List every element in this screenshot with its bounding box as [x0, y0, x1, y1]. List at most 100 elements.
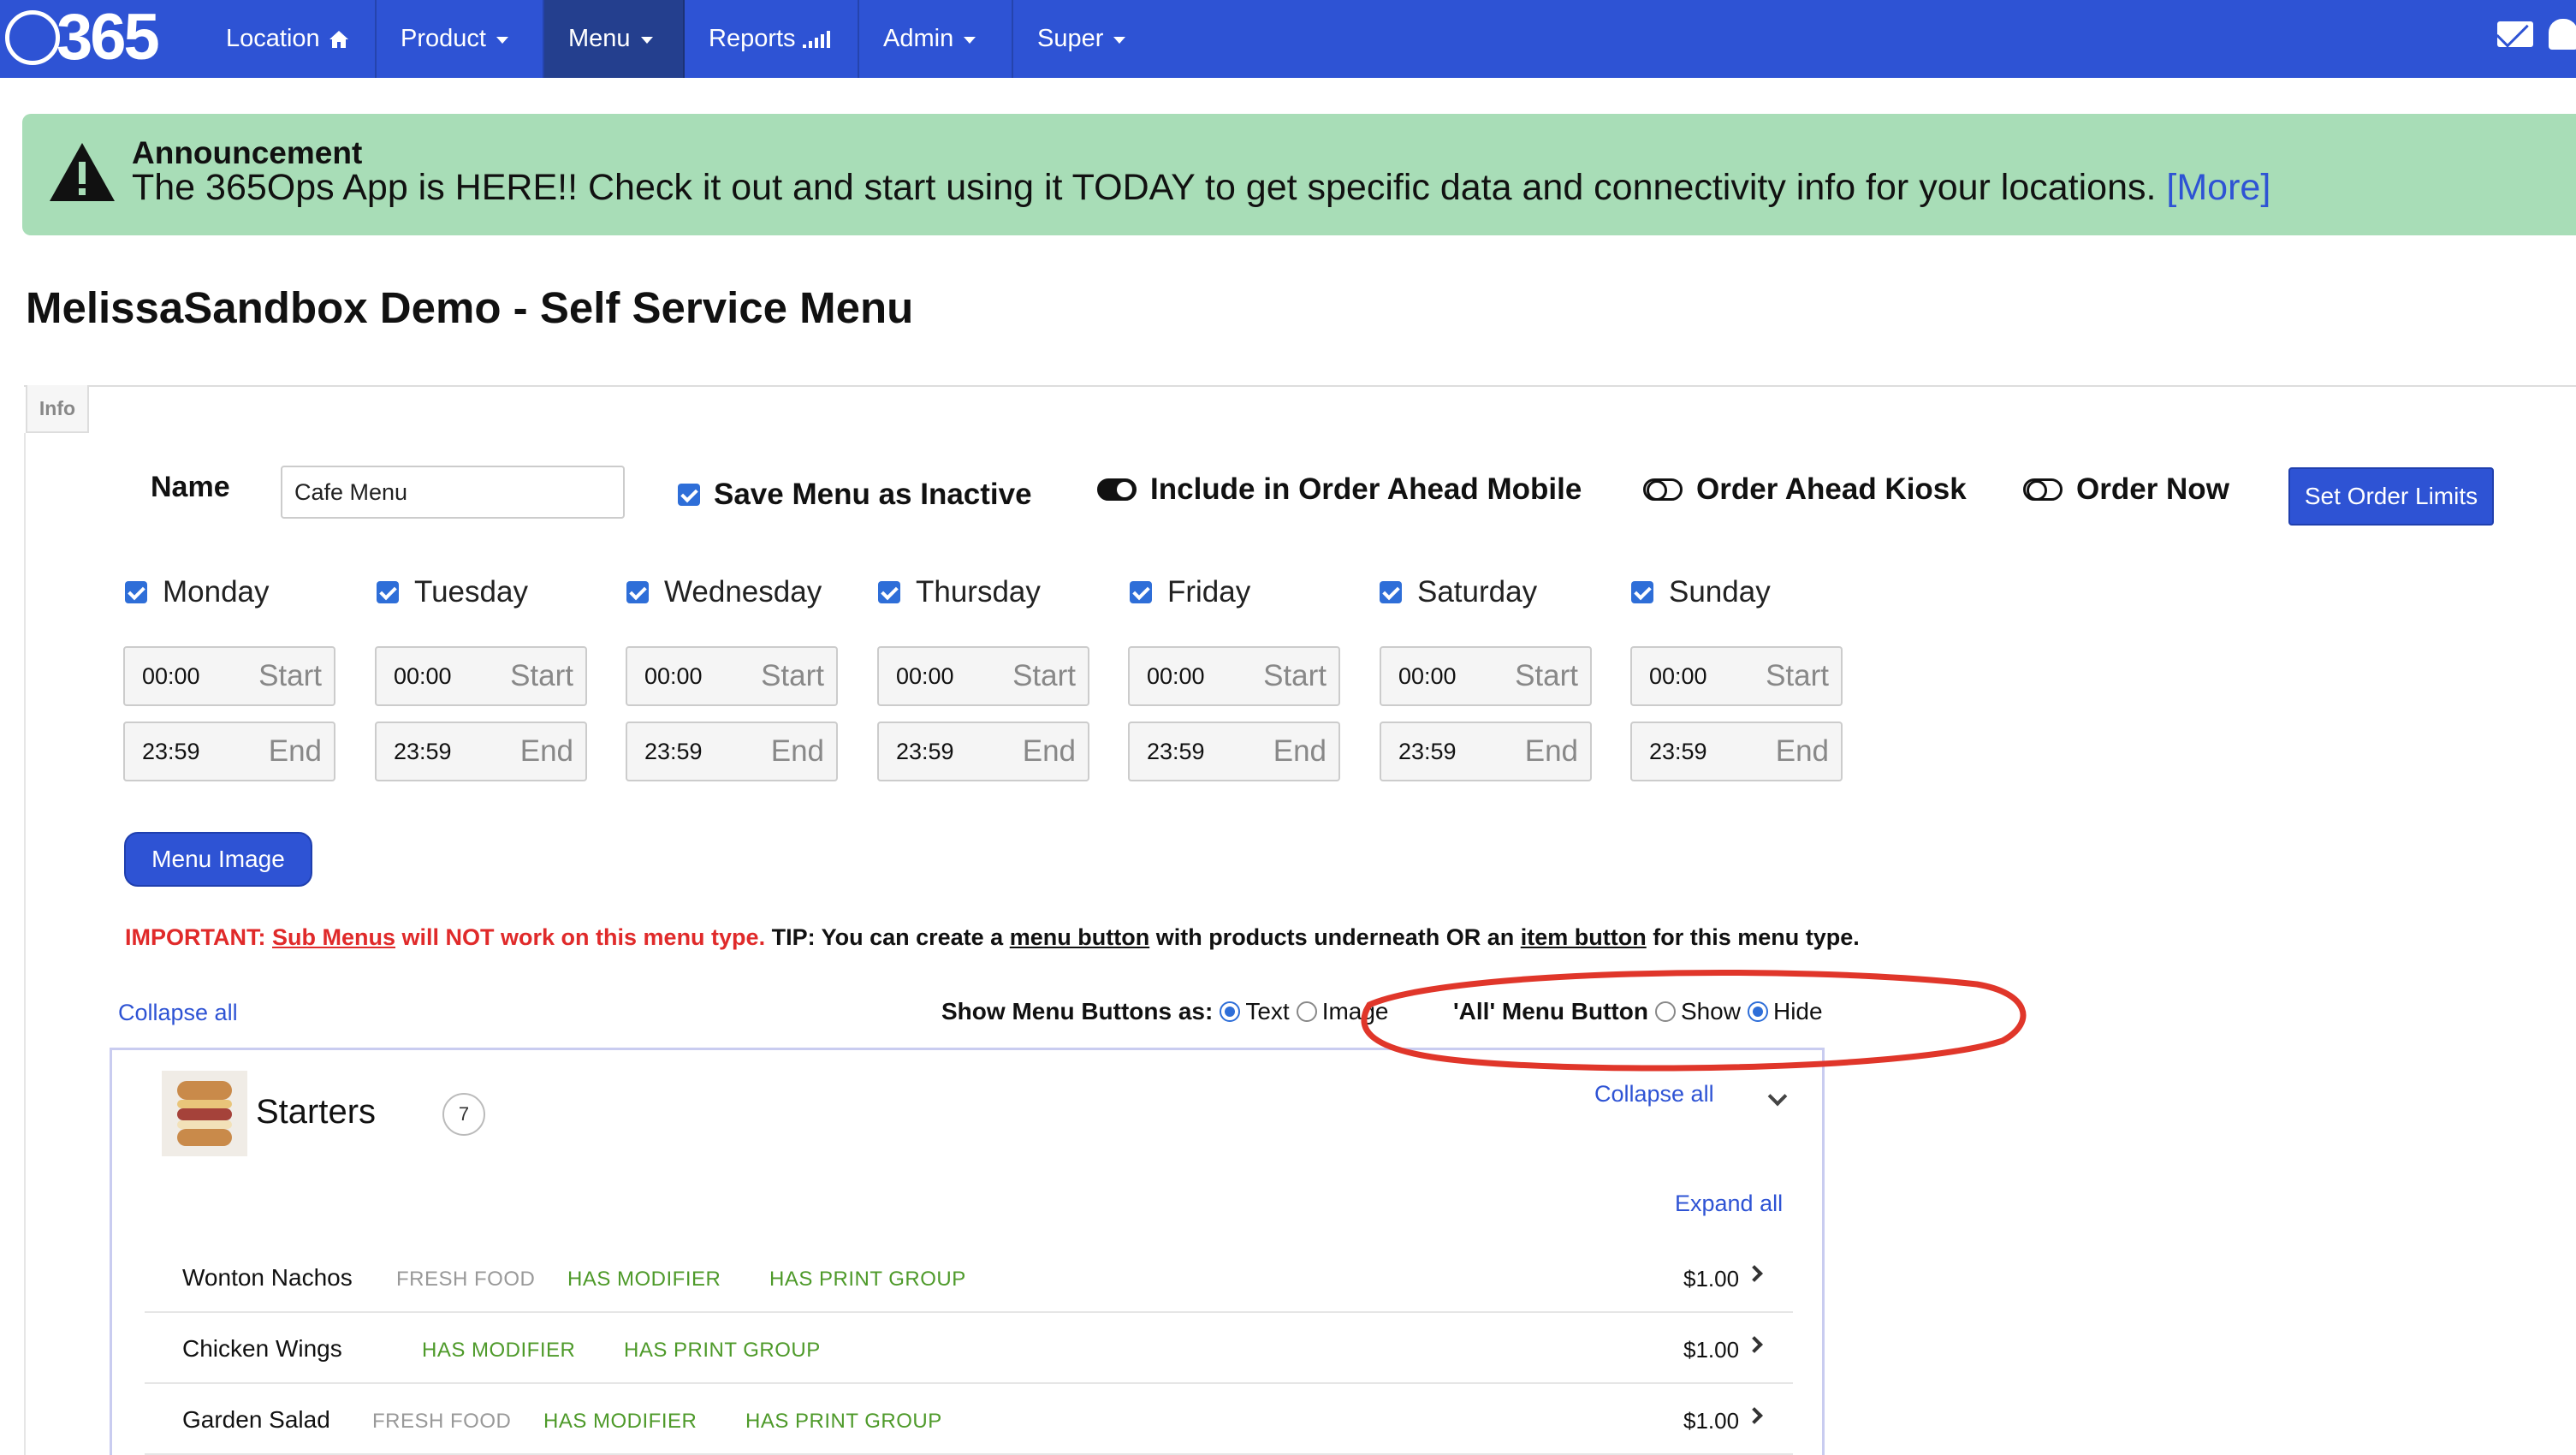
order-ahead-kiosk-toggle[interactable]: Order Ahead Kiosk	[1643, 472, 1967, 507]
announcement-more-link[interactable]: [More]	[2166, 167, 2270, 208]
nav-super[interactable]: Super	[1013, 0, 1155, 78]
collapse-all-link[interactable]: Collapse all	[118, 1000, 238, 1026]
nav-location-label: Location	[226, 25, 320, 52]
friday-end-input[interactable]: 23:59 End	[1128, 722, 1340, 781]
checkbox-checked-icon[interactable]	[1631, 581, 1653, 603]
time-label: End	[519, 734, 573, 768]
nav-product[interactable]: Product	[377, 0, 544, 78]
order-now-toggle[interactable]: Order Now	[2023, 472, 2229, 507]
caret-down-icon	[640, 36, 653, 44]
nav-reports[interactable]: Reports	[685, 0, 859, 78]
sub-menus-link[interactable]: Sub Menus	[272, 924, 395, 950]
checkbox-checked-icon[interactable]	[125, 581, 147, 603]
tuesday-end-input[interactable]: 23:59 End	[375, 722, 587, 781]
logo-ring-icon	[5, 10, 60, 65]
saturday-start-input[interactable]: 00:00 Start	[1380, 646, 1592, 706]
nav-admin[interactable]: Admin	[859, 0, 1013, 78]
toggle-off-icon[interactable]	[1643, 478, 1683, 501]
day-wednesday[interactable]: Wednesday	[626, 575, 822, 609]
time-value: 00:00	[142, 662, 200, 689]
time-label: End	[1524, 734, 1578, 768]
saturday-end-input[interactable]: 23:59 End	[1380, 722, 1592, 781]
thursday-start-input[interactable]: 00:00 Start	[877, 646, 1089, 706]
radio-text-selected[interactable]	[1220, 1001, 1241, 1022]
monday-end-input[interactable]: 23:59 End	[123, 722, 335, 781]
toggle-on-icon[interactable]	[1097, 478, 1137, 501]
sunday-end-input[interactable]: 23:59 End	[1630, 722, 1843, 781]
chevron-right-icon[interactable]	[1746, 1407, 1763, 1424]
time-value: 00:00	[1649, 662, 1707, 689]
menu-item-row[interactable]: Chicken Wings HAS MODIFIER HAS PRINT GRO…	[145, 1313, 1793, 1384]
checkbox-checked-icon[interactable]	[1130, 581, 1152, 603]
important-notice: IMPORTANT: Sub Menus will NOT work on th…	[125, 924, 1860, 951]
warning-icon	[50, 143, 115, 201]
envelope-icon[interactable]	[2497, 21, 2533, 47]
expand-all-link[interactable]: Expand all	[1675, 1191, 1783, 1217]
checkbox-checked-icon[interactable]	[878, 581, 900, 603]
hide-option-label: Hide	[1772, 998, 1823, 1024]
announcement-banner: Announcement The 365Ops App is HERE!! Ch…	[22, 114, 2576, 235]
set-order-limits-button[interactable]: Set Order Limits	[2288, 467, 2494, 526]
toggle-off-icon[interactable]	[2023, 478, 2063, 501]
time-label: End	[1022, 734, 1076, 768]
nav-admin-label: Admin	[883, 25, 954, 52]
menu-item-row[interactable]: Garden Salad FRESH FOOD HAS MODIFIER HAS…	[145, 1384, 1793, 1455]
sunday-start-input[interactable]: 00:00 Start	[1630, 646, 1843, 706]
caret-down-icon	[1113, 36, 1126, 44]
chevron-right-icon[interactable]	[1746, 1265, 1763, 1282]
menu-button-link[interactable]: menu button	[1010, 924, 1149, 950]
time-value: 00:00	[896, 662, 954, 689]
radio-show[interactable]	[1654, 1001, 1676, 1022]
radio-image[interactable]	[1296, 1001, 1317, 1022]
tag-has-print-group: HAS PRINT GROUP	[624, 1339, 821, 1362]
thursday-end-input[interactable]: 23:59 End	[877, 722, 1089, 781]
checkbox-checked-icon[interactable]	[1380, 581, 1402, 603]
tab-info[interactable]: Info	[26, 385, 89, 433]
monday-start-input[interactable]: 00:00 Start	[123, 646, 335, 706]
day-thursday[interactable]: Thursday	[878, 575, 1041, 609]
wednesday-start-input[interactable]: 00:00 Start	[626, 646, 838, 706]
chevron-right-icon[interactable]	[1746, 1336, 1763, 1353]
day-friday[interactable]: Friday	[1130, 575, 1250, 609]
tuesday-start-input[interactable]: 00:00 Start	[375, 646, 587, 706]
save-inactive-checkbox[interactable]: Save Menu as Inactive	[678, 478, 1032, 512]
menu-item-row[interactable]: Wonton Nachos FRESH FOOD HAS MODIFIER HA…	[145, 1242, 1793, 1313]
nav-menu[interactable]: Menu	[544, 0, 685, 78]
tip-text: for this menu type.	[1653, 924, 1860, 950]
checkbox-checked-icon[interactable]	[678, 484, 700, 506]
tip-text: with products underneath OR an	[1155, 924, 1515, 950]
item-button-link[interactable]: item button	[1521, 924, 1647, 950]
announcement-text: The 365Ops App is HERE!! Check it out an…	[132, 167, 2270, 209]
day-label: Thursday	[916, 575, 1041, 609]
day-tuesday[interactable]: Tuesday	[377, 575, 528, 609]
item-name: Wonton Nachos	[182, 1264, 353, 1291]
time-label: Start	[1012, 659, 1076, 692]
day-label: Tuesday	[414, 575, 528, 609]
tag-fresh-food: FRESH FOOD	[396, 1268, 536, 1291]
friday-start-input[interactable]: 00:00 Start	[1128, 646, 1340, 706]
day-label: Sunday	[1669, 575, 1771, 609]
day-label: Saturday	[1417, 575, 1538, 609]
nav-reports-label: Reports	[709, 25, 796, 52]
checkbox-checked-icon[interactable]	[377, 581, 399, 603]
menu-image-button[interactable]: Menu Image	[124, 832, 312, 887]
category-collapse-all-link[interactable]: Collapse all	[1594, 1081, 1714, 1108]
chevron-down-icon[interactable]	[1767, 1086, 1788, 1107]
checkbox-checked-icon[interactable]	[626, 581, 649, 603]
wednesday-end-input[interactable]: 23:59 End	[626, 722, 838, 781]
top-navbar: 365 Location Product Menu Reports Admin …	[0, 0, 2576, 78]
save-inactive-label: Save Menu as Inactive	[714, 478, 1032, 511]
menu-name-input[interactable]: Cafe Menu	[281, 466, 625, 519]
time-value: 00:00	[1147, 662, 1205, 689]
nav-location[interactable]: Location	[202, 0, 377, 78]
order-ahead-mobile-toggle[interactable]: Include in Order Ahead Mobile	[1097, 472, 1582, 507]
time-label: End	[770, 734, 824, 768]
time-value: 23:59	[1649, 738, 1707, 764]
show-menu-buttons-as: Show Menu Buttons as: Text Image	[941, 998, 1389, 1025]
bell-icon[interactable]	[2549, 19, 2576, 50]
day-monday[interactable]: Monday	[125, 575, 270, 609]
day-sunday[interactable]: Sunday	[1631, 575, 1771, 609]
brand-logo[interactable]: 365	[5, 3, 160, 72]
radio-hide-selected[interactable]	[1747, 1001, 1768, 1022]
day-saturday[interactable]: Saturday	[1380, 575, 1537, 609]
